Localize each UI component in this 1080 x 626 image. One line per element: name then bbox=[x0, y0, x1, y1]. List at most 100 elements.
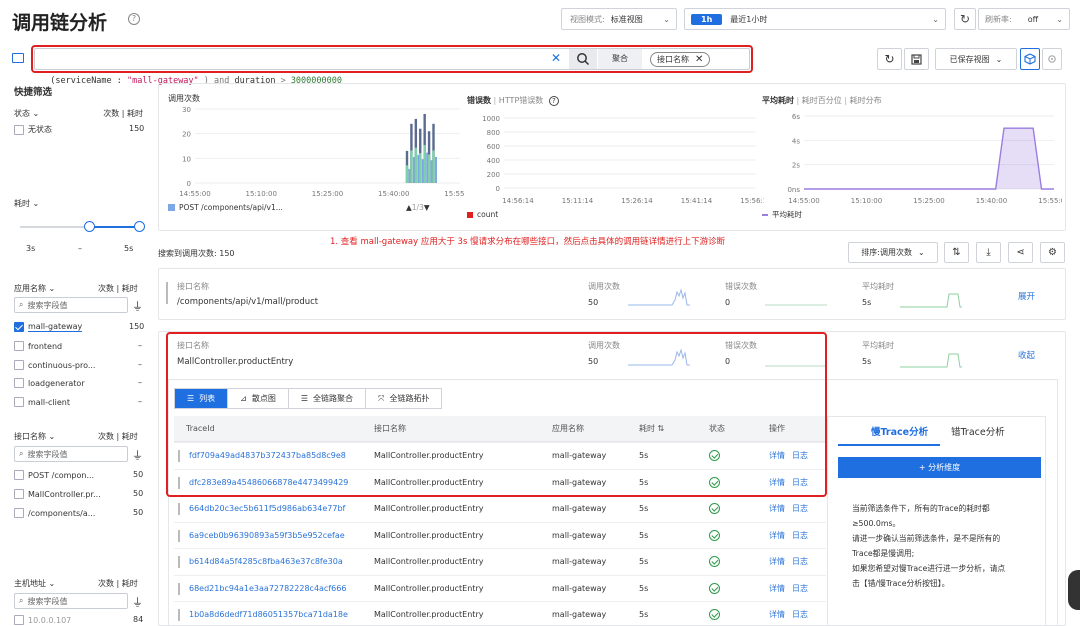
query-mode-icon[interactable] bbox=[12, 53, 24, 63]
errors-legend[interactable]: count bbox=[467, 210, 498, 219]
table-row[interactable]: 1b0a8d6dedf71d86051357bca71da18e MallCont… bbox=[174, 601, 826, 626]
help-icon[interactable]: ? bbox=[548, 96, 559, 106]
table-row[interactable]: 6a9ceb0b96390893a59f3b5e952cefae MallCont… bbox=[174, 521, 826, 549]
duration-filter-label[interactable]: 耗时 ⌄ bbox=[14, 198, 39, 209]
status-item[interactable]: 无状态 bbox=[14, 124, 52, 135]
checkbox[interactable] bbox=[14, 124, 24, 135]
log-link[interactable]: 日志 bbox=[792, 443, 808, 469]
checkbox[interactable] bbox=[14, 397, 24, 407]
host-search-input[interactable]: ⌕ 搜索字段值 bbox=[14, 593, 128, 609]
add-dimension-button[interactable]: + 分析维度 bbox=[838, 457, 1041, 478]
tab-errors[interactable]: 错误数 bbox=[467, 96, 491, 105]
tab-topology[interactable]: ⤧ 全链路拓扑 bbox=[365, 389, 441, 408]
log-link[interactable]: 日志 bbox=[792, 576, 808, 602]
trace-id-link[interactable]: 68ed21bc94a1e3aa72782228c4acf666 bbox=[189, 576, 346, 602]
api-item[interactable]: /components/a... bbox=[14, 508, 95, 518]
tab-avg-latency[interactable]: 平均耗时 bbox=[762, 96, 794, 105]
table-row[interactable]: dfc283e89a45486066878e4473499429 MallCont… bbox=[174, 468, 826, 496]
scroll-handle[interactable] bbox=[1068, 570, 1080, 610]
detail-link[interactable]: 详情 bbox=[769, 470, 785, 496]
tab-scatter[interactable]: ⊿ 散点图 bbox=[227, 389, 288, 408]
aggregate-label[interactable]: 聚合 bbox=[598, 49, 642, 69]
save-button[interactable] bbox=[904, 48, 929, 70]
app-filter-label[interactable]: 应用名称 ⌄ bbox=[14, 283, 55, 294]
tab-aggregate[interactable]: ☰ 全链路聚合 bbox=[287, 389, 365, 408]
close-icon[interactable]: ✕ bbox=[695, 54, 703, 65]
api-item[interactable]: POST /compon... bbox=[14, 470, 94, 480]
api-item[interactable]: MallController.pr... bbox=[14, 489, 101, 499]
view-mode-select[interactable]: 视图模式: 标准视图 ⌄ bbox=[561, 8, 677, 30]
refresh-button[interactable]: ↻ bbox=[954, 8, 976, 30]
refresh-rate-select[interactable]: 刷新率: off ⌄ bbox=[978, 8, 1070, 30]
collapse-link[interactable]: 收起 bbox=[1018, 349, 1035, 361]
search-button[interactable] bbox=[569, 49, 597, 69]
table-row[interactable]: b614d84a5f4285c8fba463e37c8fe30a MallCont… bbox=[174, 548, 826, 574]
filter-icon[interactable]: ⏚ bbox=[132, 298, 143, 314]
trace-id-link[interactable]: b614d84a5f4285c8fba463e37c8fe30a bbox=[189, 549, 343, 575]
checkbox[interactable] bbox=[14, 378, 24, 388]
status-filter-label[interactable]: 状态 ⌄ bbox=[14, 108, 39, 119]
help-icon[interactable]: ? bbox=[128, 13, 140, 25]
trace-id-link[interactable]: 664db20c3ec5b611f5d986ab634e77bf bbox=[189, 496, 345, 522]
share-button[interactable]: ⋖ bbox=[1008, 242, 1033, 263]
checkbox[interactable] bbox=[14, 615, 24, 625]
checkbox[interactable] bbox=[14, 489, 24, 499]
detail-link[interactable]: 详情 bbox=[769, 496, 785, 522]
calls-legend-pager[interactable]: ▲1/3▼ bbox=[406, 203, 430, 212]
app-search-input[interactable]: ⌕ 搜索字段值 bbox=[14, 297, 128, 313]
clear-query-icon[interactable]: ✕ bbox=[551, 51, 561, 65]
col-duration[interactable]: 耗时 ⇅ bbox=[639, 416, 664, 442]
trace-id-link[interactable]: 6a9ceb0b96390893a59f3b5e952cefae bbox=[189, 523, 345, 549]
filter-icon[interactable]: ⏚ bbox=[132, 447, 143, 463]
slider-handle-max[interactable] bbox=[134, 221, 145, 232]
detail-link[interactable]: 详情 bbox=[769, 602, 785, 626]
expand-link[interactable]: 展开 bbox=[1018, 290, 1035, 302]
log-link[interactable]: 日志 bbox=[792, 549, 808, 575]
tab-latency-percentile[interactable]: 耗时百分位 bbox=[802, 96, 842, 105]
app-item[interactable]: loadgenerator bbox=[14, 378, 85, 388]
query-input[interactable]: (serviceName : "mall-gateway" ) and dura… bbox=[40, 48, 342, 86]
tab-http-errors[interactable]: HTTP错误数 bbox=[499, 96, 543, 105]
trace-id-link[interactable]: dfc283e89a45486066878e4473499429 bbox=[189, 470, 348, 496]
saved-view-select[interactable]: 已保存视图 ⌄ bbox=[935, 48, 1017, 70]
api-search-input[interactable]: ⌕ 搜索字段值 bbox=[14, 446, 128, 462]
detail-link[interactable]: 详情 bbox=[769, 549, 785, 575]
calls-legend[interactable]: POST /components/api/v1... bbox=[168, 203, 283, 212]
filter-icon[interactable]: ⏚ bbox=[132, 594, 143, 610]
tab-list[interactable]: ☰ 列表 bbox=[175, 389, 228, 408]
sort-select[interactable]: 排序:调用次数 ⌄ bbox=[848, 242, 938, 263]
checkbox[interactable] bbox=[14, 470, 24, 480]
cube-view-button[interactable] bbox=[1020, 48, 1040, 70]
app-item[interactable]: mall-gateway bbox=[14, 322, 83, 332]
host-item[interactable]: 10.0.0.107 bbox=[14, 615, 71, 625]
sort-order-button[interactable]: ⇅ bbox=[944, 242, 969, 263]
table-row[interactable]: 68ed21bc94a1e3aa72782228c4acf666 MallCont… bbox=[174, 574, 826, 602]
log-link[interactable]: 日志 bbox=[792, 602, 808, 626]
host-filter-label[interactable]: 主机地址 ⌄ bbox=[14, 578, 55, 589]
tab-error-trace[interactable]: 错Trace分析 bbox=[951, 424, 1005, 438]
log-link[interactable]: 日志 bbox=[792, 496, 808, 522]
table-row[interactable]: 664db20c3ec5b611f5d986ab634e77bf MallCont… bbox=[174, 495, 826, 521]
checkbox[interactable] bbox=[14, 508, 24, 518]
checkbox[interactable] bbox=[14, 341, 24, 351]
reload-button[interactable]: ↻ bbox=[877, 48, 902, 70]
download-button[interactable]: ⤓ bbox=[976, 242, 1001, 263]
app-item[interactable]: mall-client bbox=[14, 397, 70, 407]
tab-latency-dist[interactable]: 耗时分布 bbox=[850, 96, 882, 105]
log-link[interactable]: 日志 bbox=[792, 470, 808, 496]
trace-id-link[interactable]: 1b0a8d6dedf71d86051357bca71da18e bbox=[189, 602, 348, 626]
detail-link[interactable]: 详情 bbox=[769, 576, 785, 602]
topology-view-button[interactable] bbox=[1042, 48, 1062, 70]
detail-link[interactable]: 详情 bbox=[769, 523, 785, 549]
api-filter-label[interactable]: 接口名称 ⌄ bbox=[14, 431, 55, 442]
slider-handle-min[interactable] bbox=[84, 221, 95, 232]
trace-id-link[interactable]: fdf709a49ad4837b372437ba85d8c9e8 bbox=[189, 443, 346, 469]
checkbox[interactable] bbox=[14, 360, 24, 370]
time-range-picker[interactable]: 1h 最近1小时 ⌄ bbox=[684, 8, 946, 30]
app-item[interactable]: frontend bbox=[14, 341, 62, 351]
latency-legend[interactable]: 平均耗时 bbox=[762, 209, 802, 220]
settings-button[interactable]: ⚙ bbox=[1040, 242, 1065, 263]
checkbox[interactable] bbox=[14, 322, 24, 332]
app-item[interactable]: continuous-pro... bbox=[14, 360, 95, 370]
aggregate-tag[interactable]: 接口名称 ✕ bbox=[650, 52, 711, 67]
